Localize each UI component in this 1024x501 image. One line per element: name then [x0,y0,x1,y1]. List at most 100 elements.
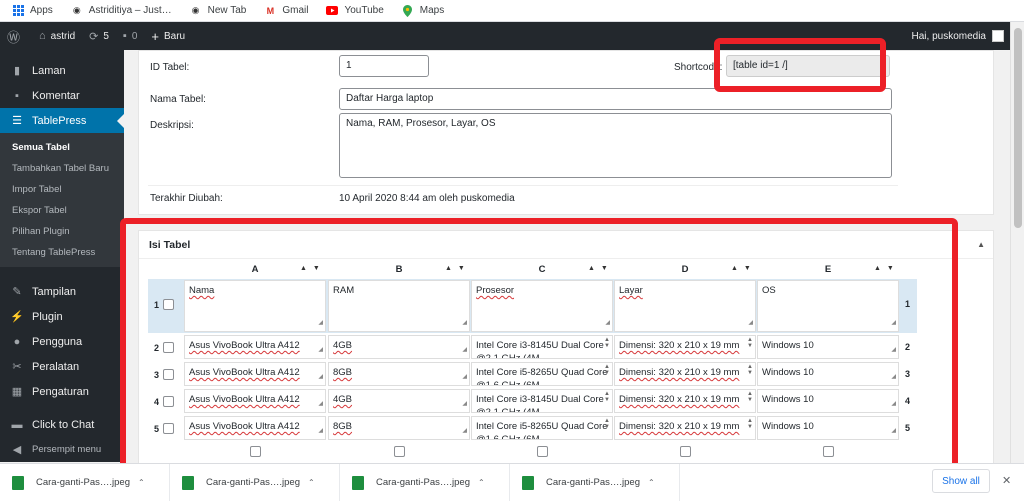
id-label: ID Tabel: [150,62,190,73]
panel-toggle-icon[interactable]: ▲ [977,240,985,249]
updates-count: 5 [103,30,109,42]
comment-icon: ▪ [15,89,19,102]
image-file-icon [182,475,194,490]
page-scrollbar[interactable] [1010,22,1024,463]
site-name-button[interactable]: ⌂ astrid [32,30,82,42]
bookmark-label: Maps [419,5,445,16]
bookmark-label: Apps [30,5,53,16]
show-all-button[interactable]: Show all [932,469,990,493]
maps-icon [402,4,414,17]
sidebar-item-komentar[interactable]: ▪ Komentar [0,83,124,108]
settings-icon: ▦ [11,386,23,398]
brush-icon: ✎ [12,286,22,298]
submenu-pilihan-plugin[interactable]: Pilihan Plugin [0,221,124,242]
plugin-icon: ⚡ [10,311,24,323]
chevron-up-icon[interactable]: ⌃ [478,478,485,487]
download-item[interactable]: Cara-ganti-Pas….jpeg ⌃ [510,463,680,501]
comments-button[interactable]: ▪ 0 [116,30,144,42]
sidebar-item-label: Laman [32,64,66,77]
download-filename: Cara-ganti-Pas….jpeg [376,477,470,488]
sidebar-item-plugin[interactable]: ⚡ Plugin [0,304,124,329]
sidebar-item-label: TablePress [32,114,87,127]
comments-count: 0 [131,30,138,42]
chevron-up-icon[interactable]: ⌃ [308,478,315,487]
gmail-icon: M [266,5,275,16]
table-id-input[interactable]: 1 [339,55,429,77]
close-icon[interactable]: ✕ [1002,474,1011,487]
sidebar-item-tablepress[interactable]: ☰ TablePress [0,108,124,133]
submenu-semua-tabel[interactable]: Semua Tabel [0,137,124,158]
admin-sidebar: ▮ Laman ▪ Komentar ☰ TablePress Semua Ta… [0,50,124,462]
description-label: Deskripsi: [150,120,194,131]
greeting: Hai, puskomedia [911,30,986,42]
bookmark-label: YouTube [344,5,384,16]
sidebar-item-laman[interactable]: ▮ Laman [0,58,124,83]
chevron-up-icon[interactable]: ⌃ [138,478,145,487]
user-icon: ● [13,335,21,348]
submenu-tentang[interactable]: Tentang TablePress [0,242,124,263]
pages-icon: ▮ [13,65,21,77]
bookmarks-bar: Apps ◉ Astriditiya – Just… ◉ New Tab M G… [0,0,1024,22]
bookmark-apps[interactable]: Apps [12,5,53,17]
globe-icon: ◉ [72,5,81,15]
bookmark-label: Gmail [282,5,309,16]
wordpress-icon: Ⓦ [7,29,21,45]
tablepress-submenu: Semua Tabel Tambahkan Tabel Baru Impor T… [0,133,124,267]
sidebar-item-click-to-chat[interactable]: ▬ Click to Chat [0,412,124,437]
sidebar-item-label: Persempit menu [32,444,102,455]
updates-button[interactable]: ⟳ 5 [82,30,116,43]
sidebar-item-label: Komentar [32,89,80,102]
image-file-icon [352,475,364,490]
bookmark-youtube[interactable]: YouTube [326,5,384,17]
downloads-bar: Cara-ganti-Pas….jpeg ⌃ Cara-ganti-Pas….j… [0,463,1024,501]
table-icon: ☰ [12,115,22,127]
download-item[interactable]: Cara-ganti-Pas….jpeg ⌃ [170,463,340,501]
wp-logo-button[interactable]: Ⓦ [0,27,32,46]
bookmark-gmail[interactable]: M Gmail [264,5,309,17]
wrench-icon: ✂ [12,361,22,373]
collapse-menu-button[interactable]: ◀ Persempit menu [0,437,124,462]
new-content-button[interactable]: + Baru [144,29,192,44]
download-item[interactable]: Cara-ganti-Pas….jpeg ⌃ [0,463,170,501]
last-modified-label: Terakhir Diubah: [150,193,223,204]
my-account-button[interactable]: Hai, puskomedia [912,22,1004,50]
image-file-icon [522,475,534,490]
bookmark-maps[interactable]: Maps [402,4,445,17]
description-textarea[interactable]: Nama, RAM, Prosesor, Layar, OS [339,113,892,178]
youtube-icon [326,5,339,17]
plus-icon: + [151,28,159,44]
last-modified-value: 10 April 2020 8:44 am oleh puskomedia [339,193,515,204]
sidebar-item-peralatan[interactable]: ✂ Peralatan [0,354,124,379]
submenu-tambahkan-tabel[interactable]: Tambahkan Tabel Baru [0,158,124,179]
scrollbar-thumb[interactable] [1014,28,1022,228]
submenu-impor-tabel[interactable]: Impor Tabel [0,179,124,200]
sidebar-item-pengguna[interactable]: ● Pengguna [0,329,124,354]
table-content-highlight-box [120,218,958,480]
sidebar-item-label: Tampilan [32,285,77,298]
sidebar-item-label: Plugin [32,310,63,323]
divider [148,185,898,186]
home-icon: ⌂ [39,30,46,42]
site-name: astrid [50,30,76,42]
download-item[interactable]: Cara-ganti-Pas….jpeg ⌃ [340,463,510,501]
bookmark-label: Astriditiya – Just… [88,5,172,16]
bookmark-new-tab[interactable]: ◉ New Tab [190,5,247,17]
collapse-icon: ◀ [12,444,22,456]
sidebar-item-label: Pengguna [32,335,83,348]
comment-icon: ▪ [122,30,127,42]
new-label: Baru [163,30,186,42]
bookmark-label: New Tab [207,5,247,16]
apps-icon [12,5,24,17]
shortcode-highlight-box [714,38,886,92]
globe-icon: ◉ [191,5,200,15]
submenu-ekspor-tabel[interactable]: Ekspor Tabel [0,200,124,221]
table-name-label: Nama Tabel: [150,94,206,105]
sidebar-item-pengaturan[interactable]: ▦ Pengaturan [0,379,124,404]
image-file-icon [12,475,24,490]
download-filename: Cara-ganti-Pas….jpeg [36,477,130,488]
sidebar-item-tampilan[interactable]: ✎ Tampilan [0,279,124,304]
sidebar-item-label: Peralatan [32,360,80,373]
bookmark-astriditiya[interactable]: ◉ Astriditiya – Just… [71,5,172,17]
chevron-up-icon[interactable]: ⌃ [648,478,655,487]
sidebar-item-label: Click to Chat [32,418,95,431]
